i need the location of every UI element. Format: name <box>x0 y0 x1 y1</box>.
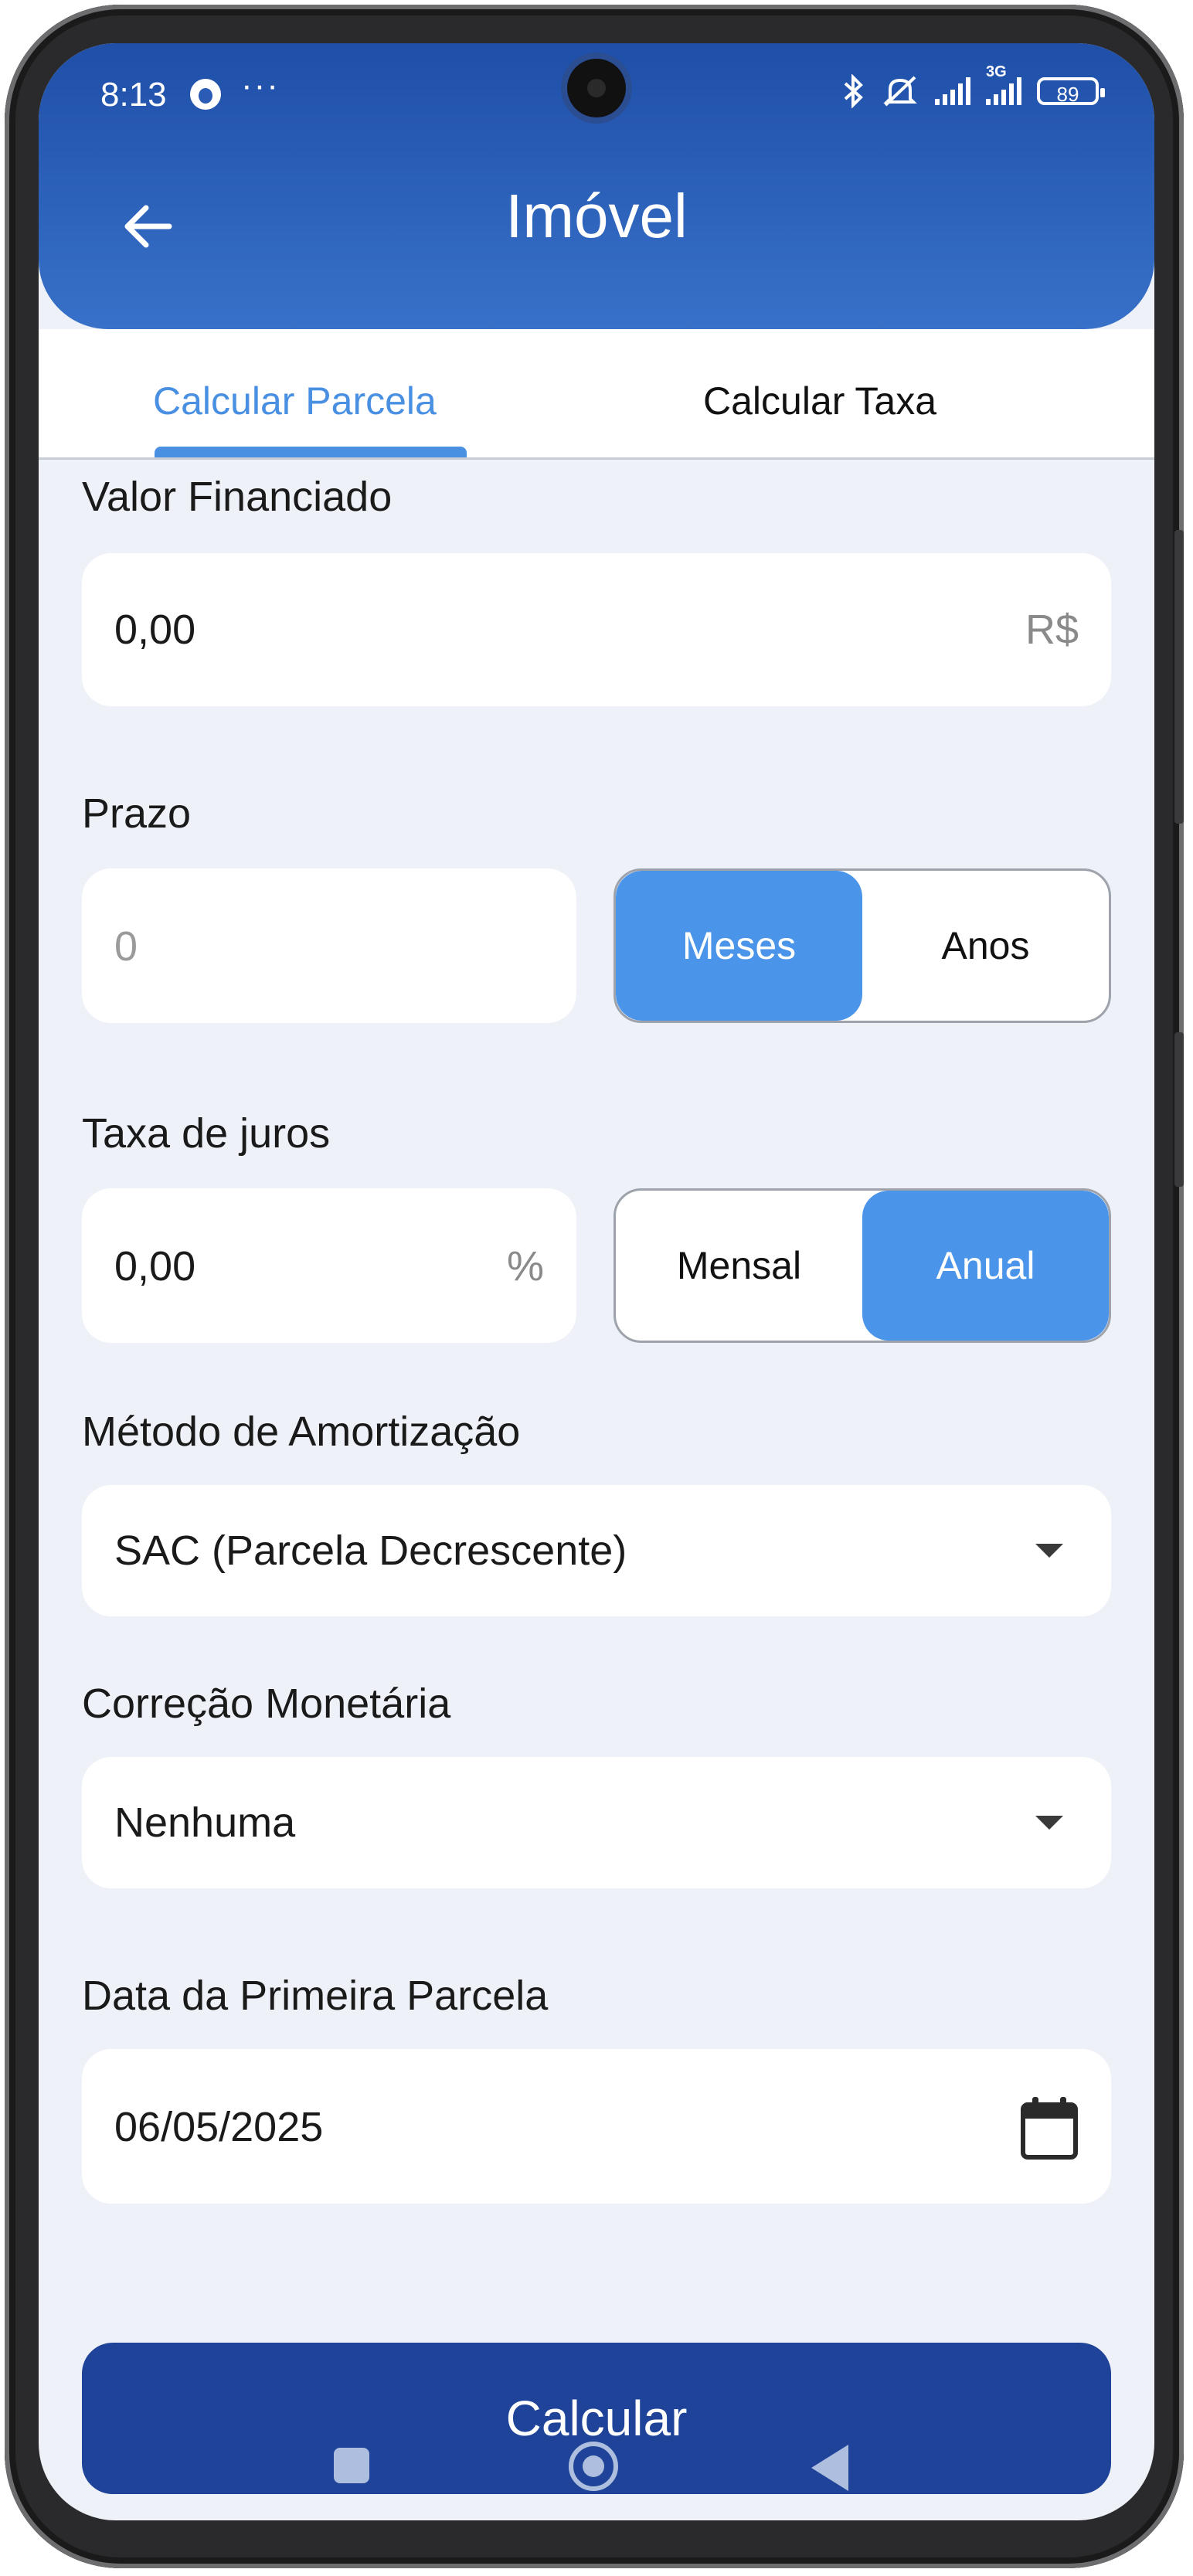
recent-apps-button[interactable] <box>334 2448 369 2483</box>
battery-level: 89 <box>1056 83 1079 106</box>
battery-icon: 89 <box>1037 77 1105 106</box>
taxa-value: 0,00 <box>114 1243 196 1290</box>
prazo-option-anos[interactable]: Anos <box>862 871 1109 1021</box>
correcao-label: Correção Monetária <box>82 1681 451 1727</box>
chevron-down-icon <box>1035 1816 1063 1830</box>
data-value: 06/05/2025 <box>114 2104 324 2150</box>
valor-financiado-value: 0,00 <box>114 607 196 653</box>
tab-bar: Calcular Parcela Calcular Taxa <box>39 329 1154 460</box>
phone-frame: 8:13 ··· 3G 89 Imóvel Calcular Parcela C… <box>5 5 1184 2568</box>
front-camera <box>567 59 626 117</box>
valor-financiado-input[interactable]: 0,00 R$ <box>82 553 1111 706</box>
correcao-select[interactable]: Nenhuma <box>82 1757 1111 1888</box>
app-notification-icon <box>190 79 221 110</box>
amortizacao-label: Método de Amortização <box>82 1409 521 1455</box>
power-button <box>1174 1032 1184 1187</box>
currency-suffix: R$ <box>1025 607 1079 653</box>
calendar-icon[interactable] <box>1020 2095 1079 2160</box>
correcao-value: Nenhuma <box>114 1799 296 1846</box>
system-back-button[interactable] <box>811 2445 848 2491</box>
prazo-placeholder: 0 <box>114 923 138 970</box>
taxa-period-toggle: Mensal Anual <box>613 1188 1111 1343</box>
bluetooth-icon <box>844 74 863 108</box>
tab-active-indicator <box>155 447 467 457</box>
amortizacao-select[interactable]: SAC (Parcela Decrescente) <box>82 1485 1111 1616</box>
taxa-label: Taxa de juros <box>82 1110 331 1157</box>
tab-calcular-parcela[interactable]: Calcular Parcela <box>153 379 437 423</box>
status-icons: 3G 89 <box>842 63 1105 108</box>
valor-financiado-label: Valor Financiado <box>82 474 393 520</box>
data-label: Data da Primeira Parcela <box>82 1973 549 2019</box>
home-button[interactable] <box>569 2442 618 2491</box>
silent-mode-icon <box>883 76 917 107</box>
prazo-unit-toggle: Meses Anos <box>613 868 1111 1023</box>
prazo-option-meses[interactable]: Meses <box>616 871 862 1021</box>
signal-icon <box>935 77 970 105</box>
amortizacao-value: SAC (Parcela Decrescente) <box>114 1528 627 1574</box>
volume-button <box>1174 530 1184 824</box>
prazo-label: Prazo <box>82 790 192 837</box>
app-header: 8:13 ··· 3G 89 Imóvel <box>39 43 1154 329</box>
taxa-option-mensal[interactable]: Mensal <box>616 1191 862 1341</box>
taxa-option-anual[interactable]: Anual <box>862 1191 1109 1341</box>
system-navigation-bar <box>39 2438 1154 2500</box>
network-type: 3G <box>986 63 1007 80</box>
data-input[interactable]: 06/05/2025 <box>82 2049 1111 2204</box>
tab-calcular-taxa[interactable]: Calcular Taxa <box>703 379 936 423</box>
page-title: Imóvel <box>505 182 688 250</box>
taxa-input[interactable]: 0,00 % <box>82 1188 576 1343</box>
status-time: 8:13 <box>100 76 167 114</box>
percent-suffix: % <box>506 1243 544 1290</box>
app-screen: 8:13 ··· 3G 89 Imóvel Calcular Parcela C… <box>39 43 1154 2520</box>
chevron-down-icon <box>1035 1544 1063 1558</box>
status-more: ··· <box>241 66 280 104</box>
signal-3g-icon: 3G <box>986 63 1021 105</box>
prazo-input[interactable]: 0 <box>82 868 576 1023</box>
